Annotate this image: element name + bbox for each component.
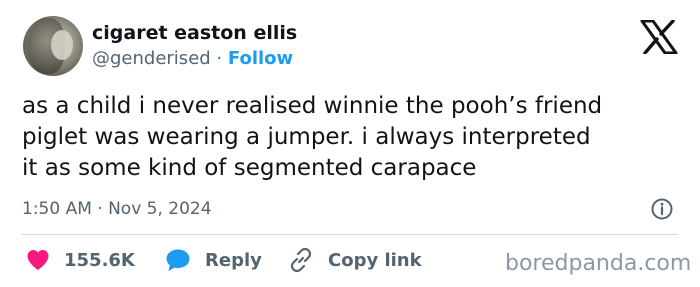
watermark: boredpanda.com [505, 251, 692, 276]
author-display-name[interactable]: cigaret easton ellis [92, 21, 297, 45]
copy-link-label: Copy link [328, 249, 422, 271]
handle-separator: · [216, 48, 223, 69]
copy-link-button[interactable]: Copy link [288, 247, 422, 273]
tweet-text-line: it as some kind of segmented carapace [22, 155, 477, 181]
tweet-text-line: as a child i never realised winnie the p… [22, 93, 603, 119]
tweet-timestamp[interactable]: 1:50 AM · Nov 5, 2024 [22, 197, 212, 221]
info-icon[interactable] [651, 198, 673, 220]
heart-icon [27, 250, 49, 270]
tweet-text-line: piglet was wearing a jumper. i always in… [22, 124, 591, 150]
avatar-face [51, 30, 73, 60]
like-count: 155.6K [64, 249, 135, 271]
like-button[interactable]: 155.6K [26, 247, 135, 273]
follow-button[interactable]: Follow [228, 48, 293, 69]
x-logo-icon[interactable] [640, 20, 678, 54]
link-icon [290, 247, 312, 273]
author-handle[interactable]: @genderised [92, 48, 211, 69]
speech-bubble-icon [166, 249, 190, 271]
handle-row: @genderised · Follow [92, 47, 293, 71]
avatar[interactable] [23, 16, 83, 76]
tweet-text: as a child i never realised winnie the p… [22, 91, 687, 184]
divider [22, 234, 678, 235]
reply-label: Reply [205, 249, 262, 271]
reply-button[interactable]: Reply [165, 247, 262, 273]
